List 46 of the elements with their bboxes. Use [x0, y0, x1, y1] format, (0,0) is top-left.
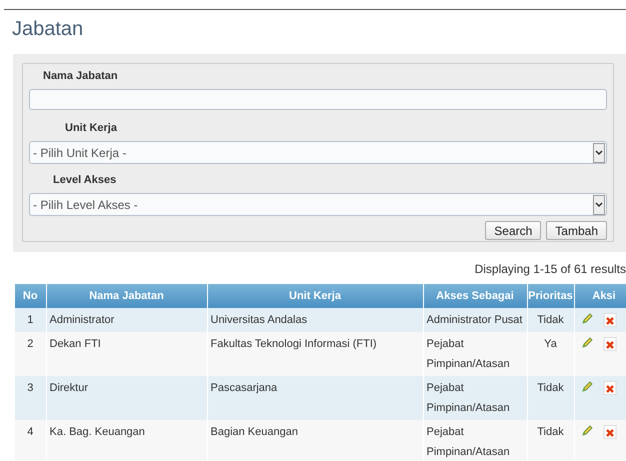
table-cell: Ya — [527, 332, 574, 376]
table-cell: Pascasarjana — [207, 376, 423, 420]
table-cell: Direktur — [46, 376, 207, 420]
table-cell: Bagian Keuangan — [207, 420, 423, 461]
table-cell: Tidak — [527, 308, 574, 332]
dropdown-field[interactable]: - Pilih Level Akses - — [29, 193, 607, 216]
pencil-icon[interactable] — [580, 425, 592, 437]
pencil-icon[interactable] — [580, 337, 592, 349]
dropdown-field[interactable]: - Pilih Unit Kerja - — [29, 141, 607, 164]
form-button[interactable]: Search — [485, 221, 542, 240]
table-cell: Pejabat Pimpinan/Atasan — [423, 376, 527, 420]
page-title: Jabatan — [12, 18, 84, 42]
input-field[interactable] — [29, 89, 607, 110]
field-label: Level Akses — [53, 174, 116, 186]
table-cell: Pejabat Pimpinan/Atasan — [423, 420, 527, 461]
delete-icon[interactable] — [602, 313, 616, 327]
table-cell: 1 — [15, 308, 46, 332]
table-cell: Administrator Pusat — [423, 308, 527, 332]
column-header: No — [15, 284, 46, 308]
table-cell: Ka. Bag. Keuangan — [46, 420, 207, 461]
delete-icon[interactable] — [602, 337, 616, 351]
table-cell: 4 — [15, 420, 46, 461]
field-label: Unit Kerja — [65, 122, 117, 134]
form-button[interactable]: Tambah — [546, 221, 607, 240]
column-header: Akses Sebagai — [423, 284, 527, 308]
table-cell: Universitas Andalas — [207, 308, 423, 332]
pencil-icon[interactable] — [580, 313, 592, 325]
column-header: Prioritas — [527, 284, 574, 308]
caret-icon — [593, 142, 605, 162]
pencil-icon[interactable] — [580, 381, 592, 393]
column-header: Unit Kerja — [207, 284, 423, 308]
table-cell: 2 — [15, 332, 46, 376]
table-cell: Administrator — [46, 308, 207, 332]
table-cell: Tidak — [527, 376, 574, 420]
delete-icon[interactable] — [602, 381, 616, 395]
delete-icon[interactable] — [602, 425, 616, 439]
table-cell: Tidak — [527, 420, 574, 461]
table-cell: 3 — [15, 376, 46, 420]
field-label: Nama Jabatan — [43, 70, 118, 82]
caret-icon — [593, 194, 605, 214]
table-cell: Dekan FTI — [46, 332, 207, 376]
column-header: Nama Jabatan — [46, 284, 207, 308]
results-summary: Displaying 1-15 of 61 results — [474, 262, 626, 276]
column-header: Aksi — [574, 284, 626, 308]
table-cell: Pejabat Pimpinan/Atasan — [423, 332, 527, 376]
table-cell: Fakultas Teknologi Informasi (FTI) — [207, 332, 423, 376]
